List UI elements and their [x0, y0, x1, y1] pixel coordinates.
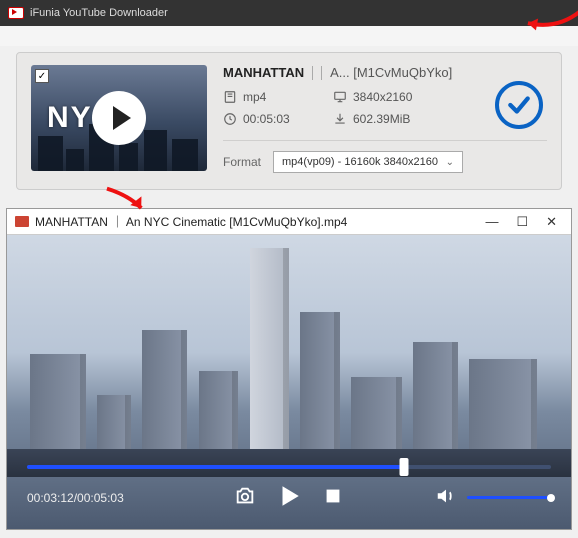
player-app-icon	[15, 216, 29, 227]
download-item: ✓ NYC MANHATTAN A... [M1CvMuQbYko] mp4 3…	[16, 52, 562, 190]
thumbnail-play-icon[interactable]	[92, 91, 146, 145]
format-selected-value: mp4(vp09) - 16160k 3840x2160	[282, 156, 438, 168]
maximize-button[interactable]: ☐	[516, 214, 528, 230]
download-icon	[333, 112, 347, 126]
format-select[interactable]: mp4(vp09) - 16160k 3840x2160 ⌄	[273, 151, 463, 173]
format-label: Format	[223, 155, 261, 169]
play-button[interactable]	[276, 483, 302, 512]
player-titlebar[interactable]: MANHATTAN ｜ An NYC Cinematic [M1CvMuQbYk…	[7, 209, 571, 235]
app-title: iFunia YouTube Downloader	[30, 7, 168, 19]
close-button[interactable]: ✕	[546, 214, 557, 230]
title-divider	[321, 66, 322, 80]
chevron-down-icon: ⌄	[446, 157, 454, 168]
seek-bar[interactable]	[27, 465, 551, 469]
select-checkbox[interactable]: ✓	[35, 69, 49, 83]
player-controls: 00:03:12/00:05:03	[7, 453, 571, 529]
video-title-primary: MANHATTAN	[223, 65, 304, 80]
spec-size: 602.39MiB	[333, 112, 463, 126]
check-icon	[506, 92, 532, 118]
spec-resolution: 3840x2160	[333, 90, 463, 104]
title-divider	[312, 66, 313, 80]
video-thumbnail[interactable]: ✓ NYC	[31, 65, 207, 171]
video-player-window: MANHATTAN ｜ An NYC Cinematic [M1CvMuQbYk…	[6, 208, 572, 530]
spec-container: mp4	[223, 90, 333, 104]
minimize-button[interactable]: —	[485, 214, 498, 230]
video-title-secondary: A... [M1CvMuQbYko]	[330, 65, 452, 80]
toolbar-strip	[0, 26, 578, 46]
monitor-icon	[333, 90, 347, 104]
video-viewport[interactable]: 00:03:12/00:05:03	[7, 235, 571, 529]
volume-button[interactable]	[435, 485, 457, 510]
status-complete-badge[interactable]	[495, 81, 543, 129]
seek-handle[interactable]	[400, 458, 409, 476]
snapshot-button[interactable]	[234, 485, 256, 510]
seek-progress	[27, 465, 404, 469]
app-logo-icon	[8, 7, 24, 19]
download-meta: MANHATTAN A... [M1CvMuQbYko] mp4 3840x21…	[223, 65, 547, 173]
volume-handle[interactable]	[547, 494, 555, 502]
spec-duration: 00:05:03	[223, 112, 333, 126]
file-icon	[223, 90, 237, 104]
playback-time: 00:03:12/00:05:03	[27, 491, 147, 505]
player-window-title: MANHATTAN ｜ An NYC Cinematic [M1CvMuQbYk…	[35, 213, 479, 230]
stop-button[interactable]	[322, 485, 344, 510]
volume-slider[interactable]	[467, 496, 551, 499]
clock-icon	[223, 112, 237, 126]
app-titlebar: iFunia YouTube Downloader	[0, 0, 578, 26]
